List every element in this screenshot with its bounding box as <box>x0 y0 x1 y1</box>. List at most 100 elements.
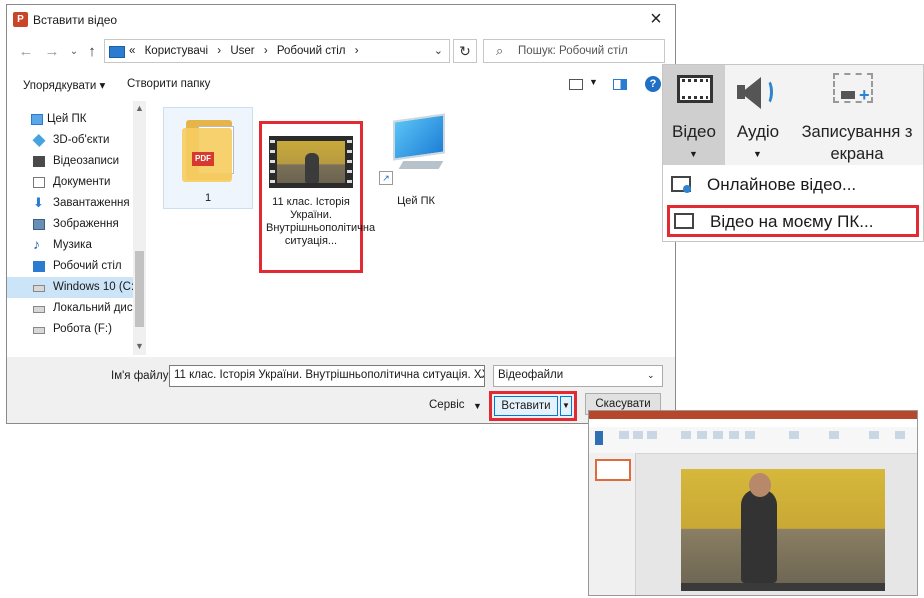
file-name: Цей ПК <box>397 195 435 207</box>
person-image <box>305 153 319 183</box>
file-name: 11 клас. Історія України. Внутрішньополі… <box>266 196 376 247</box>
film-perforation <box>270 150 275 153</box>
sidebar-item-3d-objects[interactable]: 3D-об'єкти <box>7 130 135 151</box>
breadcrumb-prefix[interactable]: « <box>129 45 135 57</box>
file-name: 1 <box>204 192 212 204</box>
powerpoint-window-preview <box>588 410 918 596</box>
chevron-down-icon[interactable]: ⌄ <box>647 370 655 381</box>
drive-icon <box>33 327 45 334</box>
menu-item-label: Онлайнове відео... <box>707 175 857 194</box>
scrollbar-thumb[interactable] <box>135 251 144 327</box>
image-icon <box>33 219 45 230</box>
chevron-down-icon[interactable]: ▼ <box>473 401 482 411</box>
breadcrumb-separator[interactable]: › <box>217 45 221 57</box>
insert-dropdown-icon[interactable]: ▼ <box>560 396 572 416</box>
inserted-video[interactable] <box>681 469 885 583</box>
close-icon[interactable]: × <box>645 9 667 31</box>
up-arrow-icon[interactable]: ↑ <box>83 43 101 61</box>
file-type-select[interactable]: Відеофайли <box>493 365 663 387</box>
video-dropdown-menu: Онлайнове відео... Відео на моєму ПК... <box>663 167 923 241</box>
chevron-down-icon[interactable]: ⌄ <box>477 370 485 381</box>
menu-item-video-on-pc[interactable]: Відео на моєму ПК... <box>667 205 919 237</box>
dialog-title: Вставити відео <box>33 13 118 27</box>
ribbon-media-group: Відео ▼ Аудіо ▼ + Записування з екрана О… <box>662 64 924 242</box>
search-input[interactable]: ⌕ Пошук: Робочий стіл <box>483 39 665 63</box>
film-icon <box>33 156 45 167</box>
sidebar-item-label: Відеозаписи <box>53 155 120 167</box>
sidebar-item-downloads[interactable]: ⬇ Завантаження <box>7 193 135 214</box>
film-icon <box>674 213 694 229</box>
film-icon <box>677 75 713 103</box>
command-toolbar: Упорядкувати ▾ Створити папку ▼ ? <box>7 71 675 99</box>
plus-icon: + <box>859 85 870 105</box>
ribbon-icon <box>595 431 603 445</box>
breadcrumb-separator[interactable]: › <box>355 45 359 57</box>
audio-button[interactable]: Аудіо ▼ <box>727 65 789 165</box>
sidebar-item-this-pc[interactable]: Цей ПК <box>7 109 135 130</box>
chevron-down-icon[interactable]: ▼ <box>133 341 146 351</box>
new-folder-button[interactable]: Створити папку <box>127 78 210 90</box>
ribbon-icon <box>697 431 707 439</box>
history-chevron-icon[interactable]: ⌄ <box>65 43 83 61</box>
shortcut-arrow-icon: ↗ <box>379 171 393 185</box>
sidebar-item-pictures[interactable]: Зображення <box>7 214 135 235</box>
film-perforation <box>270 160 275 163</box>
sidebar-item-label: Документи <box>53 176 111 188</box>
screen-recording-button[interactable]: + Записування з екрана <box>791 65 923 165</box>
ribbon-icon <box>647 431 657 439</box>
sidebar-item-music[interactable]: ♪ Музика <box>7 235 135 256</box>
pdf-icon: PDF <box>192 152 214 166</box>
sidebar-item-label: 3D-об'єкти <box>53 134 110 146</box>
sidebar-item-videos[interactable]: Відеозаписи <box>7 151 135 172</box>
slide-thumbnail[interactable] <box>595 459 631 481</box>
video-thumbnail <box>269 136 353 188</box>
film-perforation <box>347 160 352 163</box>
ribbon-icon <box>713 431 723 439</box>
ribbon-icon <box>633 431 643 439</box>
sidebar-item-documents[interactable]: Документи <box>7 172 135 193</box>
refresh-icon[interactable]: ↻ <box>453 39 477 63</box>
drive-icon <box>33 306 45 313</box>
chevron-down-icon[interactable]: ▼ <box>589 77 598 87</box>
music-icon: ♪ <box>33 236 40 252</box>
sidebar-item-desktop[interactable]: Робочий стіл <box>7 256 135 277</box>
file-item-video[interactable]: 11 клас. Історія України. Внутрішньополі… <box>259 121 376 273</box>
ribbon-icon <box>829 431 839 439</box>
sidebar-scrollbar[interactable]: ▲ ▼ <box>133 101 146 355</box>
ppt-ribbon <box>589 427 917 454</box>
address-bar[interactable]: « Користувачі › User › Робочий стіл › ⌄ <box>104 39 450 63</box>
search-placeholder: Пошук: Робочий стіл <box>518 45 628 57</box>
film-perforation <box>270 140 275 143</box>
sidebar-item-work-f[interactable]: Робота (F:) <box>7 319 135 340</box>
breadcrumb-users[interactable]: Користувачі <box>145 45 208 57</box>
file-item-folder[interactable]: PDF 1 <box>163 107 253 209</box>
help-icon[interactable]: ? <box>645 76 661 92</box>
breadcrumb-separator[interactable]: › <box>264 45 268 57</box>
breadcrumb-desktop[interactable]: Робочий стіл <box>277 45 346 57</box>
film-perforation <box>270 170 275 173</box>
back-arrow-icon[interactable]: ← <box>17 43 35 61</box>
globe-icon <box>683 185 691 193</box>
video-button[interactable]: Відео ▼ <box>663 65 725 165</box>
breadcrumb-user[interactable]: User <box>230 45 254 57</box>
chevron-down-icon: ▼ <box>689 149 698 159</box>
tools-button[interactable]: Сервіс <box>429 399 465 411</box>
breadcrumb: « Користувачі › User › Робочий стіл › <box>129 45 365 57</box>
chevron-down-icon[interactable]: ⌄ <box>434 44 443 57</box>
view-icon[interactable] <box>569 79 583 90</box>
film-perforation <box>347 150 352 153</box>
menu-item-online-video[interactable]: Онлайнове відео... <box>667 169 919 201</box>
video-playback-bar[interactable] <box>681 583 885 591</box>
sidebar-item-windows-c[interactable]: Windows 10 (C:) <box>7 277 135 298</box>
insert-button[interactable]: Вставити <box>494 396 558 416</box>
filename-input[interactable]: 11 клас. Історія України. Внутрішньополі… <box>169 365 485 387</box>
ribbon-icon <box>869 431 879 439</box>
sidebar-item-local-disk[interactable]: Локальний диск <box>7 298 135 319</box>
desktop-icon <box>109 46 125 58</box>
forward-arrow-icon[interactable]: → <box>43 43 61 61</box>
preview-pane-icon[interactable] <box>613 79 627 90</box>
desktop-icon <box>33 261 45 272</box>
organize-button[interactable]: Упорядкувати ▾ <box>23 78 105 92</box>
navigation-pane: Цей ПК 3D-об'єкти Відеозаписи Документи … <box>7 101 147 355</box>
chevron-up-icon[interactable]: ▲ <box>133 103 146 113</box>
